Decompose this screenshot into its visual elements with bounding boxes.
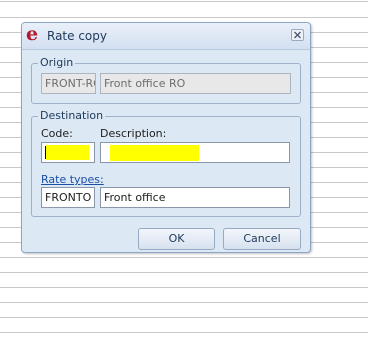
code-highlight-mark [46,145,89,160]
cancel-button[interactable]: Cancel [223,228,301,250]
code-label: Code: [41,127,73,140]
close-icon [294,31,301,39]
rate-types-link[interactable]: Rate types: [41,173,104,186]
origin-description-field: Front office RO [100,73,291,94]
rate-copy-dialog: e Rate copy Origin FRONT-RO Front office… [21,22,311,253]
dialog-title: Rate copy [47,29,107,43]
destination-legend: Destination [38,109,106,123]
text-caret [45,146,46,159]
rate-type-code-input[interactable]: FRONTO [41,187,95,208]
rate-type-description-input[interactable]: Front office [100,187,290,208]
ok-button[interactable]: OK [138,228,215,250]
destination-code-input[interactable] [41,142,95,163]
destination-group: Destination Code: Description: Rate type… [31,109,301,217]
destination-description-input[interactable] [100,142,290,163]
origin-group: Origin FRONT-RO Front office RO [31,56,301,104]
origin-legend: Origin [38,56,76,70]
app-logo-icon: e [26,23,39,45]
origin-code-field: FRONT-RO [41,73,96,94]
close-button[interactable] [291,29,304,41]
description-label: Description: [100,127,167,140]
dialog-titlebar[interactable]: e Rate copy [22,23,310,50]
description-highlight-mark [110,145,199,161]
